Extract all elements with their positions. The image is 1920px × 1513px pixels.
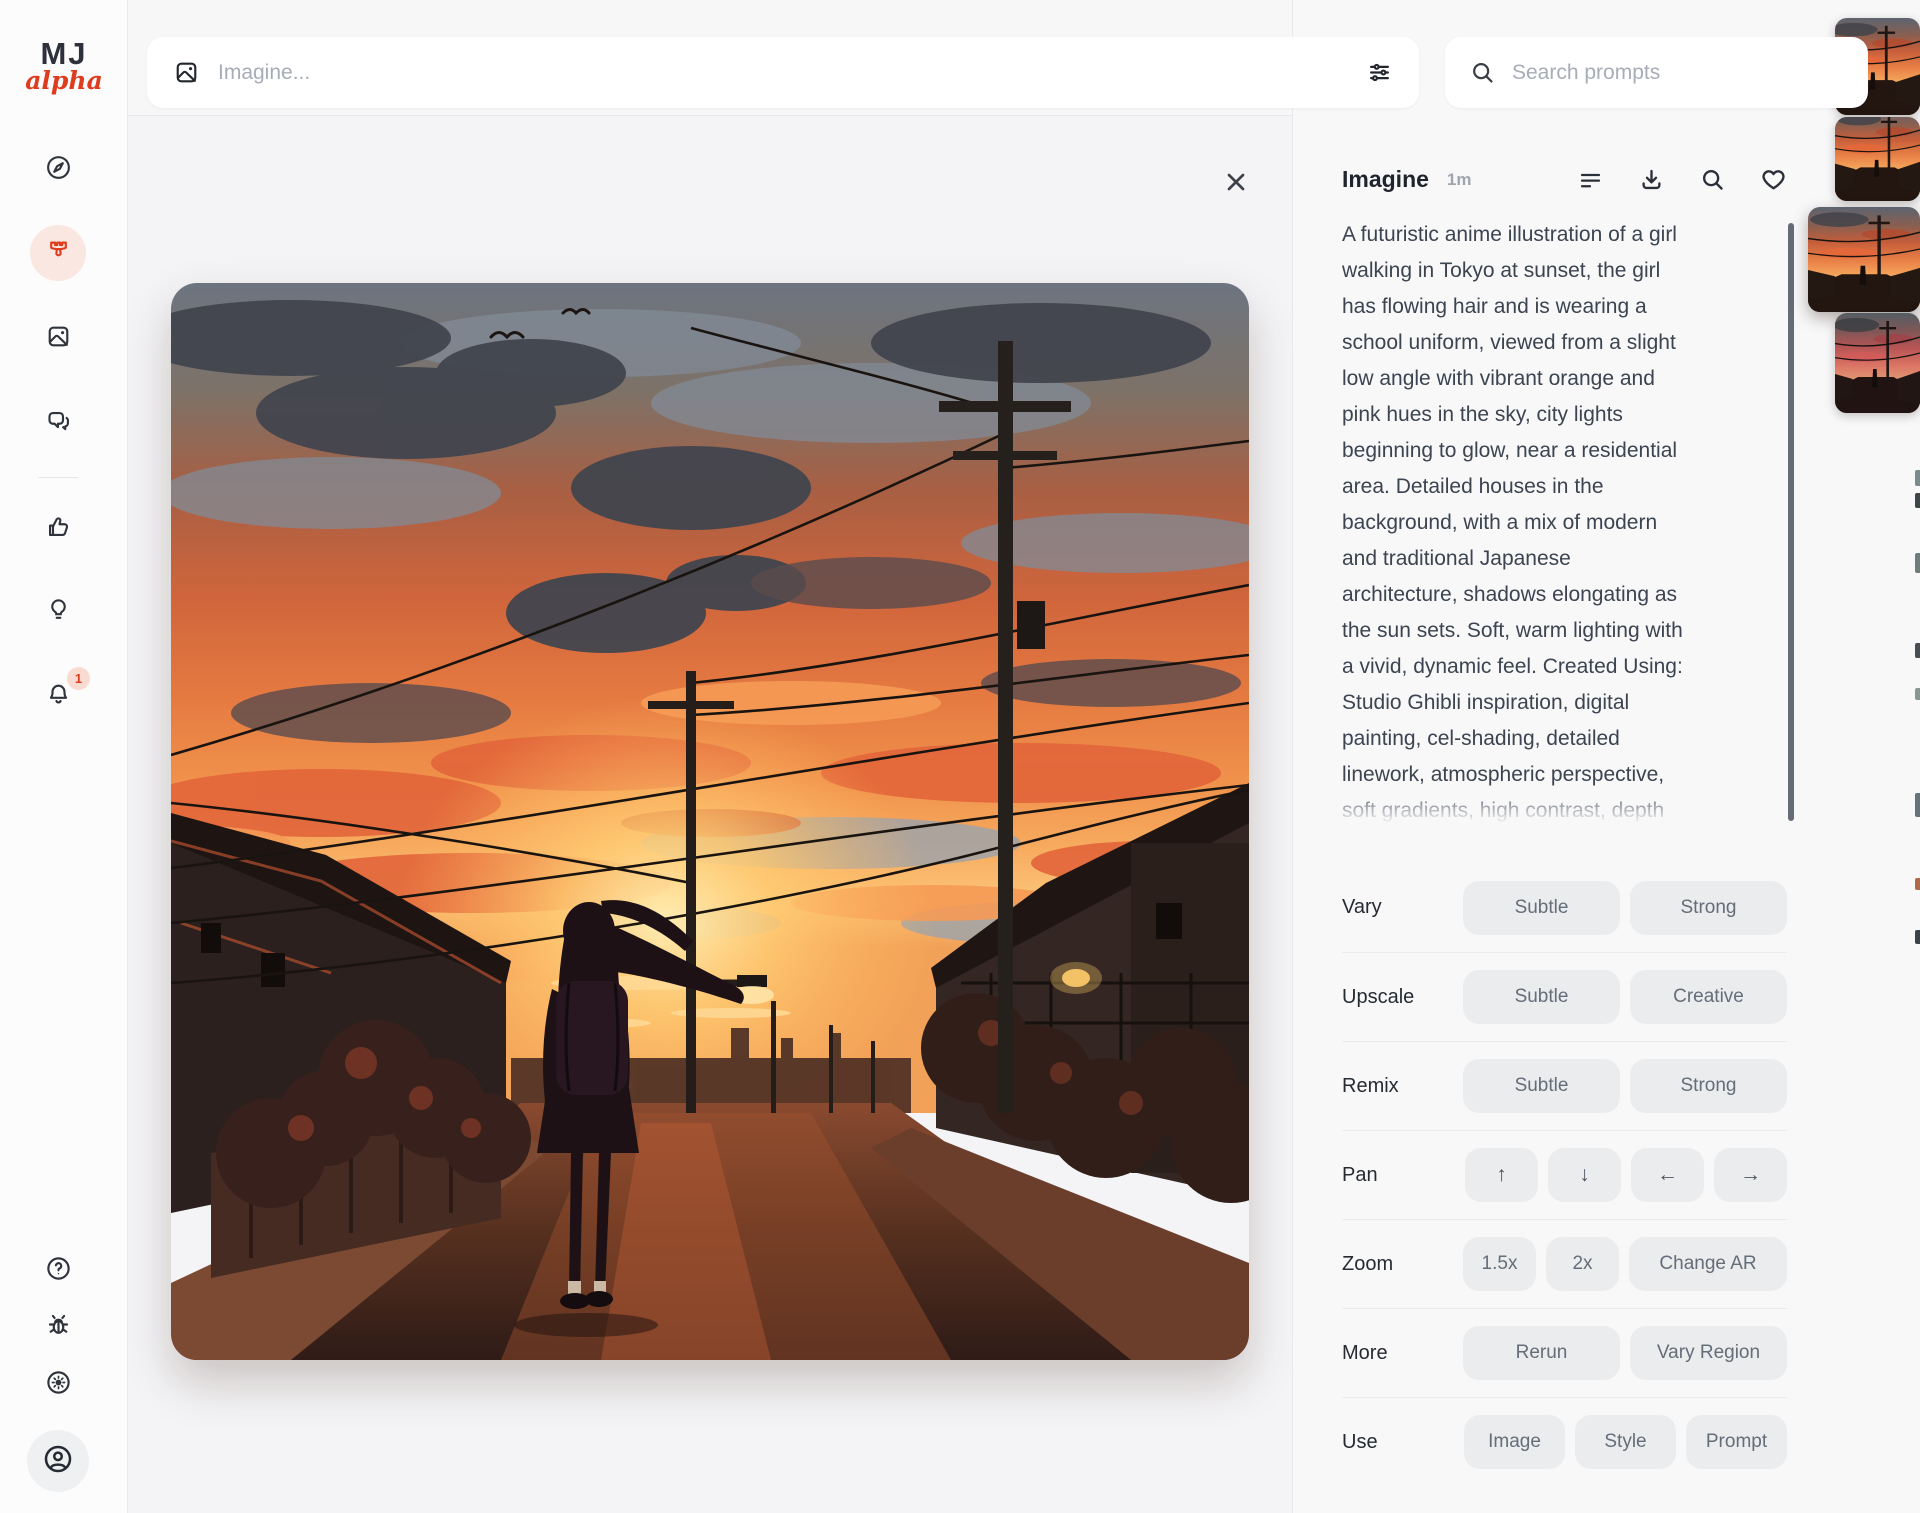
thumbnail-edge-fragment (1915, 643, 1920, 658)
vary-subtle-button[interactable]: Subtle (1463, 881, 1620, 935)
action-row-zoom: Zoom 1.5x 2x Change AR (1342, 1219, 1787, 1308)
filter-lines-icon[interactable] (1577, 166, 1604, 193)
sidebar-item-gallery[interactable] (34, 315, 82, 363)
image-icon (173, 59, 200, 86)
pan-left-button[interactable]: ← (1631, 1148, 1704, 1202)
sidebar-item-help[interactable] (34, 1247, 82, 1295)
sidebar-item-account[interactable] (27, 1430, 89, 1492)
action-label: Zoom (1342, 1253, 1393, 1276)
rerun-button[interactable]: Rerun (1463, 1326, 1620, 1380)
panel-header: Imagine 1m (1342, 166, 1787, 193)
zoom-1-5x-button[interactable]: 1.5x (1463, 1237, 1536, 1291)
pan-down-button[interactable]: ↓ (1548, 1148, 1621, 1202)
action-label: Use (1342, 1431, 1378, 1454)
bell-icon (45, 681, 72, 713)
prompt-container[interactable]: A futuristic anime illustration of a gir… (1342, 217, 1788, 829)
thumbs-up-icon (45, 513, 72, 545)
notification-badge: 1 (67, 667, 90, 690)
action-label: Upscale (1342, 986, 1414, 1009)
imagine-input[interactable] (218, 61, 1348, 85)
thumbnail-edge-fragment (1915, 470, 1920, 486)
generation-thumbnail-4[interactable] (1835, 313, 1920, 413)
pan-right-button[interactable]: → (1714, 1148, 1787, 1202)
sun-circle-icon (45, 1369, 72, 1401)
sidebar: MJ alpha 1 (0, 0, 128, 1513)
app-logo: MJ alpha (0, 36, 128, 95)
sidebar-item-notifications[interactable]: 1 (34, 673, 82, 721)
sidebar-item-create[interactable] (30, 225, 86, 281)
action-row-more: More Rerun Vary Region (1342, 1308, 1787, 1397)
prompt-fade (1342, 785, 1772, 831)
close-icon (1222, 168, 1250, 201)
action-row-remix: Remix Subtle Strong (1342, 1041, 1787, 1130)
sidebar-divider (38, 477, 78, 478)
chat-bubbles-icon (45, 408, 72, 440)
sidebar-item-ideas[interactable] (34, 588, 82, 636)
search-icon[interactable] (1699, 166, 1726, 193)
vary-strong-button[interactable]: Strong (1630, 881, 1787, 935)
use-image-button[interactable]: Image (1464, 1415, 1565, 1469)
action-row-use: Use Image Style Prompt (1342, 1397, 1787, 1486)
generation-thumbnail-3-selected[interactable] (1808, 207, 1920, 312)
sidebar-item-likes[interactable] (34, 505, 82, 553)
action-label: Vary (1342, 896, 1382, 919)
download-icon[interactable] (1638, 166, 1665, 193)
change-ar-button[interactable]: Change AR (1629, 1237, 1787, 1291)
action-row-upscale: Upscale Subtle Creative (1342, 952, 1787, 1041)
prompt-scrollbar[interactable] (1788, 223, 1794, 821)
action-label: Remix (1342, 1075, 1399, 1098)
zoom-2x-button[interactable]: 2x (1546, 1237, 1619, 1291)
close-button[interactable] (1216, 164, 1256, 204)
prompt-text: A futuristic anime illustration of a gir… (1342, 217, 1766, 829)
lightbulb-icon (45, 596, 72, 628)
pan-up-button[interactable]: ↑ (1465, 1148, 1538, 1202)
search-bar (1445, 37, 1868, 108)
panel-title: Imagine (1342, 166, 1429, 193)
use-style-button[interactable]: Style (1575, 1415, 1676, 1469)
remix-strong-button[interactable]: Strong (1630, 1059, 1787, 1113)
vary-region-button[interactable]: Vary Region (1630, 1326, 1787, 1380)
thumbnail-edge-fragment (1915, 930, 1920, 944)
remix-subtle-button[interactable]: Subtle (1463, 1059, 1620, 1113)
use-prompt-button[interactable]: Prompt (1686, 1415, 1787, 1469)
upscale-subtle-button[interactable]: Subtle (1463, 970, 1620, 1024)
user-circle-icon (42, 1443, 74, 1480)
paint-brush-icon (45, 237, 72, 269)
image-icon (45, 323, 72, 355)
search-icon (1469, 59, 1496, 86)
sidebar-item-report-bug[interactable] (34, 1303, 82, 1351)
thumbnail-edge-fragment (1915, 493, 1920, 508)
generation-thumbnail-2[interactable] (1835, 117, 1920, 201)
heart-icon[interactable] (1760, 166, 1787, 193)
question-circle-icon (45, 1255, 72, 1287)
imagine-bar (147, 37, 1419, 108)
logo-alpha: alpha (0, 66, 128, 95)
action-row-pan: Pan ↑ ↓ ← → (1342, 1130, 1787, 1219)
action-row-vary: Vary Subtle Strong (1342, 863, 1787, 952)
action-label: Pan (1342, 1164, 1378, 1187)
upscale-creative-button[interactable]: Creative (1630, 970, 1787, 1024)
thumbnail-edge-fragment (1915, 688, 1920, 700)
thumbnail-edge-fragment (1915, 553, 1920, 573)
generated-image[interactable] (171, 283, 1249, 1360)
thumbnail-edge-fragment (1915, 878, 1920, 890)
generation-time: 1m (1447, 170, 1472, 190)
search-input[interactable] (1512, 61, 1844, 85)
sidebar-item-theme[interactable] (34, 1361, 82, 1409)
thumbnail-edge-fragment (1915, 793, 1920, 817)
action-list: Vary Subtle Strong Upscale Subtle Creati… (1342, 863, 1787, 1486)
image-viewer (128, 115, 1292, 1513)
bug-icon (45, 1311, 72, 1343)
compass-icon (45, 154, 72, 186)
sliders-icon[interactable] (1366, 59, 1393, 86)
sidebar-item-explore[interactable] (34, 146, 82, 194)
action-label: More (1342, 1342, 1388, 1365)
sidebar-item-chat[interactable] (34, 400, 82, 448)
